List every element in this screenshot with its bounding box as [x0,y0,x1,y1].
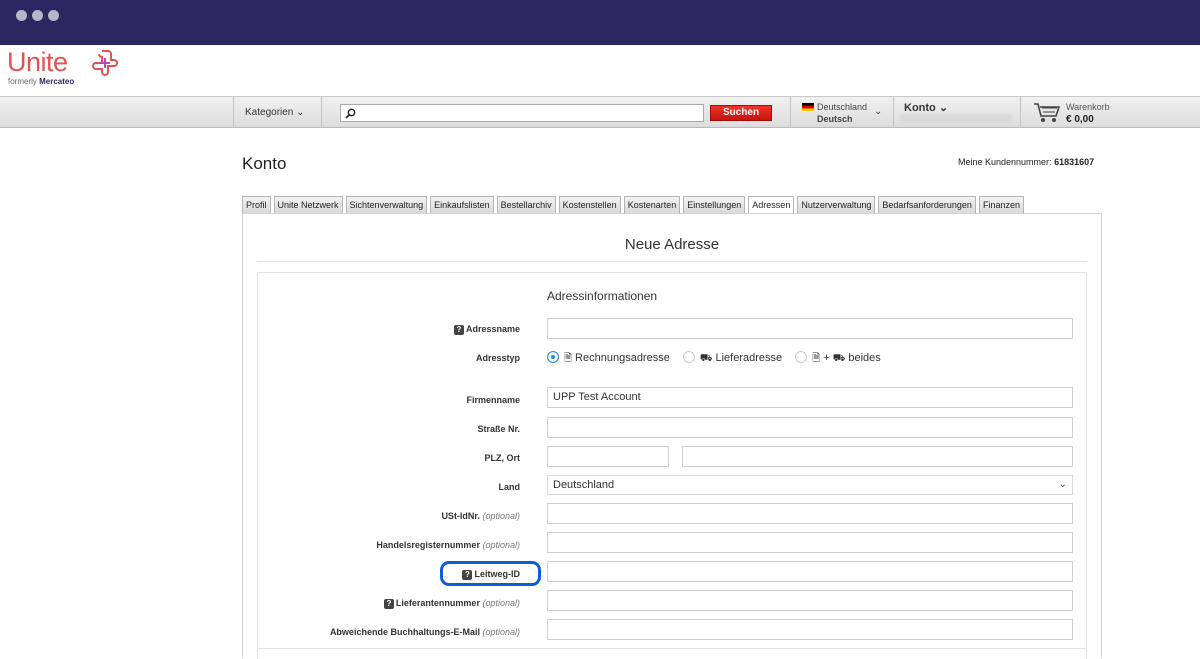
help-icon[interactable]: ? [453,325,464,335]
handelsregister-input[interactable] [547,532,1073,553]
country-language-selector[interactable]: Deutschland Deutsch [802,101,867,125]
chevron-down-icon: ⌄ [1058,479,1067,490]
tab-profil[interactable]: Profil [242,196,271,213]
truck-icon: ⛟ [699,353,713,364]
tab-bedarfsanforderungen[interactable]: Bedarfsanforderungen [878,196,976,213]
country-label: Deutschland [817,102,868,112]
buchhaltung-email-label: Abweichende Buchhaltungs-E-Mail (optiona… [329,627,520,637]
main-navbar: Kategorien ⌄ Suchen Deutschland Deutsch … [0,96,1200,128]
cart-label: Warenkorb [1066,102,1110,112]
tab-sichtenverwaltung[interactable]: Sichtenverwaltung [345,196,428,213]
land-label: Land [498,482,521,492]
customer-number: Meine Kundennummer: 61831607 [958,157,1095,167]
adresstyp-radio-group: 🗎 Rechnungsadresse ⛟ Lieferadresse 🗎 + ⛟ bei… [547,351,881,368]
radio-beides[interactable]: 🗎 + ⛟ beides [795,351,881,364]
lieferantennummer-label: ? Lieferantennummer (optional) [383,598,520,609]
search-button[interactable]: Suchen [710,105,772,121]
ustid-input[interactable] [547,503,1073,524]
germany-flag-icon [802,103,814,111]
lieferantennummer-input[interactable] [547,590,1073,611]
land-select[interactable]: Deutschland ⌄ [547,475,1073,495]
buchhaltung-email-input[interactable] [547,619,1073,640]
tab-einkaufslisten[interactable]: Einkaufslisten [430,196,494,213]
firmenname-input[interactable]: UPP Test Account [547,387,1073,408]
search-input[interactable] [340,104,704,122]
search-icon [345,108,356,119]
tab-einstellungen[interactable]: Einstellungen [683,196,746,213]
strasse-input[interactable] [547,417,1073,438]
ustid-label: USt-IdNr. (optional) [441,511,520,521]
tab-finanzen[interactable]: Finanzen [978,196,1024,213]
nav-divider [233,97,234,128]
konto-menu[interactable]: Konto ⌄ [904,101,948,114]
cart-summary[interactable]: Warenkorb € 0,00 [1066,101,1110,126]
window-dot-icon[interactable] [32,10,43,21]
radio-icon [682,351,695,363]
divider [257,261,1087,262]
radio-rechnungsadresse[interactable]: 🗎 Rechnungsadresse [547,351,670,364]
invoice-icon: 🗎 [812,353,821,364]
ort-input[interactable] [682,446,1073,467]
tab-kostenarten[interactable]: Kostenarten [623,196,681,213]
kategorien-menu[interactable]: Kategorien ⌄ [245,107,305,118]
truck-icon: ⛟ [832,353,846,364]
account-tabs: Profil Unite Netzwerk Sichtenverwaltung … [242,196,1024,214]
leitweg-highlight-outline [440,561,541,586]
tab-nutzerverwaltung[interactable]: Nutzerverwaltung [797,196,876,213]
help-icon[interactable]: ? [383,599,394,609]
plz-input[interactable] [547,446,669,467]
nav-divider [790,97,791,128]
tab-bestellarchiv[interactable]: Bestellarchiv [496,196,556,213]
adressname-input[interactable] [547,318,1073,339]
nav-divider [1020,97,1021,128]
tab-unite-netzwerk[interactable]: Unite Netzwerk [273,196,343,213]
radio-lieferadresse[interactable]: ⛟ Lieferadresse [682,351,782,364]
shopping-cart-icon[interactable] [1033,102,1061,124]
radio-selected-icon [547,351,559,363]
language-label: Deutsch [817,114,853,124]
leitweg-id-input[interactable] [547,561,1073,582]
account-name-blurred [900,114,1012,123]
window-dot-icon[interactable] [16,10,27,21]
page-title: Konto [242,154,287,173]
strasse-label: Straße Nr. [477,424,520,434]
nav-divider [893,97,894,128]
brand-name: Unite [7,47,68,77]
window-titlebar [0,0,1200,45]
brand-formerly: formerly Mercateo [8,77,75,86]
land-selected-value: Deutschland [553,479,615,491]
nav-divider [321,97,322,128]
tab-kostenstellen[interactable]: Kostenstellen [558,196,621,213]
panel-title: Neue Adresse [624,236,720,253]
invoice-icon: 🗎 [564,353,573,364]
cart-total: € 0,00 [1066,114,1094,125]
window-dot-icon[interactable] [48,10,59,21]
plz-ort-label: PLZ, Ort [484,453,521,463]
handelsregister-label: Handelsregisternummer (optional) [376,540,520,550]
tab-adressen[interactable]: Adressen [748,196,795,214]
radio-icon [795,351,808,363]
divider [257,648,1087,649]
chevron-down-icon: ⌄ [938,102,949,114]
firmenname-label: Firmenname [466,395,520,405]
unite-logo[interactable]: Unite formerly Mercateo [7,47,137,89]
adressname-label: ? Adressname [453,324,520,335]
adresstyp-label: Adresstyp [475,353,520,363]
chevron-down-icon: ⌄ [296,107,305,118]
section-title: Adressinformationen [547,289,658,303]
unite-cross-icon [91,50,119,77]
chevron-down-icon: ⌄ [874,106,883,117]
